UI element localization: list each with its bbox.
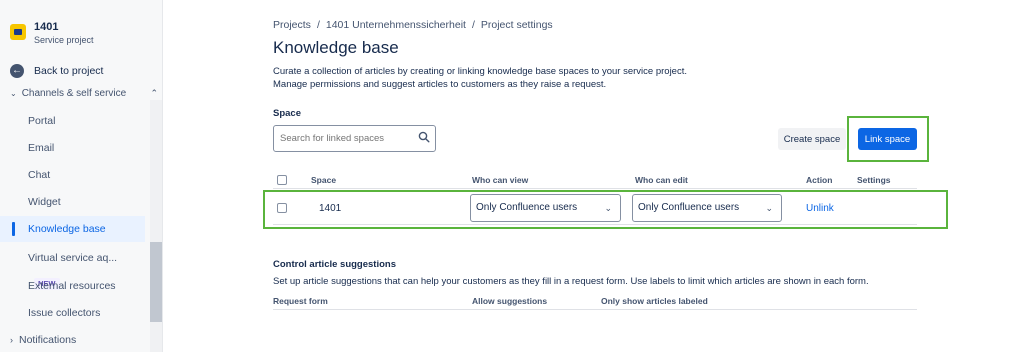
sidebar-item-widget[interactable]: Widget	[0, 189, 145, 215]
sidebar-item-email[interactable]: Email	[0, 135, 145, 161]
sidebar-item-label: Chat	[28, 169, 51, 181]
project-name: 1401	[34, 21, 59, 33]
sidebar-item-issue-collectors[interactable]: Issue collectors	[0, 300, 145, 326]
who-can-edit-value: Only Confluence users	[638, 202, 740, 213]
chevron-up-icon[interactable]: ⌃	[150, 88, 158, 99]
column-header-settings: Settings	[857, 175, 891, 185]
chevron-down-icon: ⌄	[765, 203, 773, 213]
breadcrumb-project-settings[interactable]: Project settings	[481, 19, 553, 31]
chevron-right-icon: ›	[10, 335, 13, 345]
sidebar-item-label: Knowledge base	[28, 223, 106, 235]
chevron-down-icon: ⌄	[10, 89, 17, 98]
space-name-cell: 1401	[319, 203, 342, 214]
row-checkbox[interactable]	[277, 203, 287, 213]
sidebar-item-label: Email	[28, 142, 55, 154]
who-can-view-value: Only Confluence users	[476, 202, 578, 213]
project-avatar	[10, 24, 26, 40]
sidebar-item-notifications[interactable]: › Notifications	[10, 334, 76, 346]
project-text: 1401 Service project	[34, 21, 94, 46]
project-header[interactable]: 1401 Service project	[10, 21, 94, 46]
suggestions-description: Set up article suggestions that can help…	[273, 276, 869, 287]
sidebar-item-external-resources[interactable]: External resources	[0, 273, 145, 299]
sidebar: 1401 Service project ← Back to project ⌄…	[0, 0, 163, 352]
column-header-articles-labeled: Only show articles labeled	[601, 296, 708, 306]
chevron-down-icon: ⌄	[604, 203, 612, 213]
suggestions-title: Control article suggestions	[273, 259, 396, 270]
create-space-button[interactable]: Create space	[778, 128, 846, 150]
search-icon	[418, 131, 430, 143]
page-description-line: Manage permissions and suggest articles …	[273, 78, 607, 90]
notifications-label: Notifications	[19, 334, 77, 346]
column-header-who-can-edit: Who can edit	[635, 175, 688, 185]
table-row-divider	[273, 224, 917, 225]
breadcrumb: Projects / 1401 Unternehmenssicherheit / Pro…	[273, 19, 553, 31]
search-linked-spaces-input[interactable]	[273, 125, 436, 152]
sidebar-item-virtual-service-agent[interactable]: Virtual service aq...NEW	[0, 245, 145, 291]
who-can-edit-select[interactable]: Only Confluence users ⌄	[632, 194, 782, 222]
page-description: Curate a collection of articles by creat…	[273, 66, 687, 91]
suggestions-header-divider	[273, 309, 917, 310]
page-title: Knowledge base	[273, 38, 399, 57]
project-type: Service project	[34, 35, 94, 45]
sidebar-item-chat[interactable]: Chat	[0, 162, 145, 188]
arrow-left-icon: ←	[10, 64, 24, 78]
sidebar-item-label: Issue collectors	[28, 307, 101, 319]
sidebar-item-label: Virtual service aq...	[28, 252, 118, 264]
back-label: Back to project	[34, 65, 104, 77]
link-space-button[interactable]: Link space	[858, 128, 917, 150]
column-header-request-form: Request form	[273, 296, 328, 306]
back-to-project-link[interactable]: ← Back to project	[10, 64, 103, 78]
sidebar-scrollbar-thumb[interactable]	[150, 242, 162, 322]
select-all-checkbox[interactable]	[277, 175, 287, 185]
column-header-who-can-view: Who can view	[472, 175, 529, 185]
column-header-action: Action	[806, 175, 833, 185]
breadcrumb-separator: /	[471, 19, 475, 31]
page-description-line: Curate a collection of articles by creat…	[273, 66, 687, 77]
who-can-view-select[interactable]: Only Confluence users ⌄	[470, 194, 621, 222]
sidebar-item-knowledge-base[interactable]: Knowledge base	[0, 216, 145, 242]
sidebar-item-portal[interactable]: Portal	[0, 108, 145, 134]
breadcrumb-separator: /	[316, 19, 320, 31]
section-label: Channels & self service	[21, 88, 127, 99]
column-header-space: Space	[311, 175, 337, 185]
column-header-allow-suggestions: Allow suggestions	[472, 296, 548, 306]
breadcrumb-projects[interactable]: Projects	[273, 19, 311, 31]
section-channels-self-service[interactable]: ⌄ Channels & self service ⌃	[10, 88, 160, 99]
table-header-divider	[273, 188, 917, 189]
sidebar-item-label: Widget	[28, 196, 61, 208]
sidebar-item-label: Portal	[28, 115, 56, 127]
space-section-label: Space	[273, 108, 301, 119]
sidebar-item-label: External resources	[28, 280, 116, 292]
breadcrumb-project[interactable]: 1401 Unternehmenssicherheit	[326, 19, 466, 31]
unlink-link[interactable]: Unlink	[806, 203, 834, 214]
